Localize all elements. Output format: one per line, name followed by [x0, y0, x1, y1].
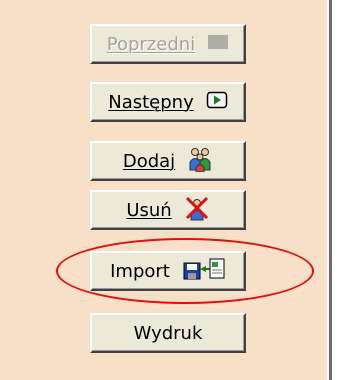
- import-floppy-icon: [182, 257, 226, 286]
- user-delete-icon: [184, 195, 210, 226]
- previous-button[interactable]: Poprzedni: [90, 24, 246, 64]
- remove-button[interactable]: Usuń: [90, 190, 246, 230]
- import-button[interactable]: Import: [90, 251, 246, 291]
- users-add-icon: [187, 146, 213, 177]
- next-button-label: Następny: [108, 91, 194, 113]
- print-button[interactable]: Wydruk: [90, 313, 246, 353]
- add-button[interactable]: Dodaj: [90, 141, 246, 181]
- remove-button-label: Usuń: [126, 199, 172, 221]
- print-button-label: Wydruk: [133, 322, 203, 344]
- add-button-label: Dodaj: [122, 150, 176, 172]
- next-button[interactable]: Następny: [90, 82, 246, 122]
- panel-edge-shadow: [329, 0, 332, 380]
- import-button-label: Import: [110, 260, 170, 282]
- next-arrow-icon: [206, 91, 228, 114]
- previous-button-label: Poprzedni: [106, 33, 196, 55]
- disabled-square-icon: [207, 33, 229, 56]
